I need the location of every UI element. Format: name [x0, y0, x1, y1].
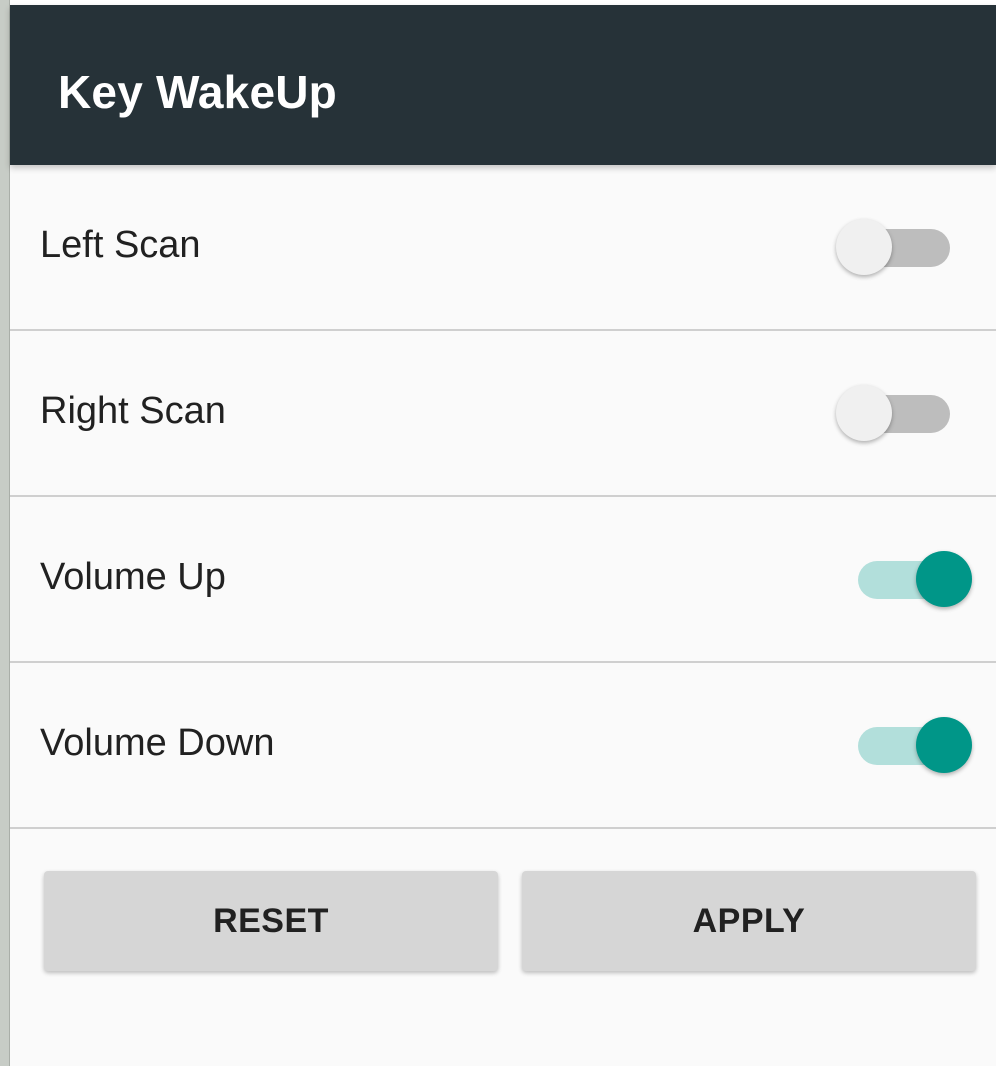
- volume-up-switch[interactable]: [836, 551, 976, 611]
- setting-label: Left Scan: [40, 224, 201, 266]
- switch-thumb: [836, 219, 892, 275]
- reset-button[interactable]: RESET: [44, 871, 498, 971]
- apply-button[interactable]: APPLY: [522, 871, 976, 971]
- switch-thumb: [916, 717, 972, 773]
- switch-thumb: [916, 551, 972, 607]
- settings-list: Left Scan Right Scan Volume Up Volume Do…: [10, 165, 996, 829]
- setting-label: Volume Down: [40, 722, 275, 764]
- app-toolbar: Key WakeUp: [10, 5, 996, 165]
- setting-row-right-scan[interactable]: Right Scan: [10, 331, 996, 497]
- setting-row-left-scan[interactable]: Left Scan: [10, 165, 996, 331]
- device-frame: Key WakeUp Left Scan Right Scan Volume U…: [0, 0, 996, 1066]
- setting-label: Right Scan: [40, 390, 226, 432]
- page-title: Key WakeUp: [58, 66, 337, 118]
- app-screen: Key WakeUp Left Scan Right Scan Volume U…: [10, 5, 996, 1066]
- setting-row-volume-up[interactable]: Volume Up: [10, 497, 996, 663]
- setting-row-volume-down[interactable]: Volume Down: [10, 663, 996, 829]
- background-window-edge: [0, 0, 10, 1066]
- left-scan-switch[interactable]: [836, 219, 976, 279]
- action-bar: RESET APPLY: [10, 831, 996, 971]
- volume-down-switch[interactable]: [836, 717, 976, 777]
- right-scan-switch[interactable]: [836, 385, 976, 445]
- setting-label: Volume Up: [40, 556, 226, 598]
- switch-thumb: [836, 385, 892, 441]
